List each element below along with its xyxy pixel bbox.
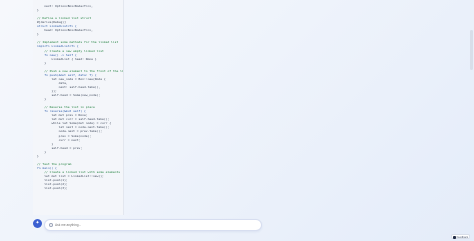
chat-input-bar[interactable] [44, 219, 262, 231]
badge-label: Feedback [456, 236, 468, 239]
page-scrollbar[interactable] [470, 30, 473, 70]
sparkle-icon: ✦ [35, 220, 40, 226]
feedback-badge[interactable]: Feedback [451, 234, 470, 239]
chat-input[interactable] [55, 220, 245, 230]
code-block: next: Option<Box<Node<T>>>,}// Define a … [33, 0, 124, 215]
code-lines: next: Option<Box<Node<T>>>,}// Define a … [33, 0, 123, 190]
code-line: list.push(3); [37, 186, 68, 191]
badge-logo-icon [453, 236, 456, 239]
chat-bubble-icon [49, 223, 53, 227]
assistant-button[interactable]: ✦ [33, 219, 42, 228]
